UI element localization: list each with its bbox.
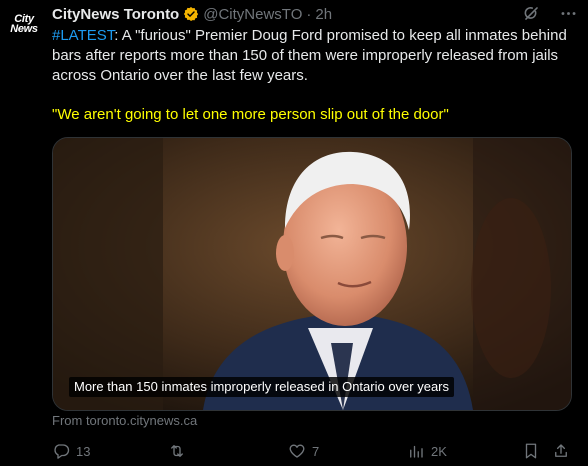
heart-icon	[289, 444, 305, 458]
retweet-icon	[171, 445, 183, 457]
like-button[interactable]: 7	[288, 442, 319, 460]
retweet-button[interactable]	[168, 442, 192, 460]
avatar[interactable]: City News	[6, 8, 42, 44]
tweet-top-actions	[522, 4, 578, 23]
share-icon	[555, 444, 567, 457]
verified-badge-icon	[184, 7, 199, 21]
share-button[interactable]	[552, 442, 570, 460]
tweet-text: #LATEST: A "furious" Premier Doug Ford p…	[52, 26, 572, 86]
avatar-logo-line2: News	[10, 23, 38, 35]
views-icon	[410, 445, 423, 458]
more-icon[interactable]	[559, 4, 578, 23]
tweet-header: CityNews Toronto @CityNewsTO · 2h	[52, 4, 332, 24]
tweet-action-bar: 13 7 2K	[52, 440, 572, 464]
views-button[interactable]: 2K	[407, 442, 447, 460]
bookmark-icon	[525, 443, 537, 459]
link-source[interactable]: From toronto.citynews.ca	[52, 413, 197, 428]
tweet-media-image[interactable]: More than 150 inmates improperly release…	[52, 137, 572, 411]
separator-dot: ·	[306, 5, 312, 23]
reply-icon	[54, 444, 70, 459]
photo-illustration	[53, 138, 571, 410]
author-name[interactable]: CityNews Toronto	[52, 6, 179, 23]
tweet-quote: "We aren't going to let one more person …	[52, 106, 449, 123]
grok-icon[interactable]	[522, 4, 541, 23]
reply-count: 13	[76, 443, 91, 459]
like-count: 7	[312, 443, 320, 459]
hashtag-link[interactable]: #LATEST	[52, 27, 114, 44]
bookmark-button[interactable]	[522, 442, 540, 460]
tweet-body: : A "furious" Premier Doug Ford promised…	[52, 27, 567, 84]
media-caption: More than 150 inmates improperly release…	[69, 377, 455, 397]
tweet-timestamp[interactable]: 2h	[315, 6, 332, 23]
view-count: 2K	[431, 443, 447, 459]
reply-button[interactable]: 13	[52, 442, 90, 460]
author-handle[interactable]: @CityNewsTO	[203, 6, 302, 23]
